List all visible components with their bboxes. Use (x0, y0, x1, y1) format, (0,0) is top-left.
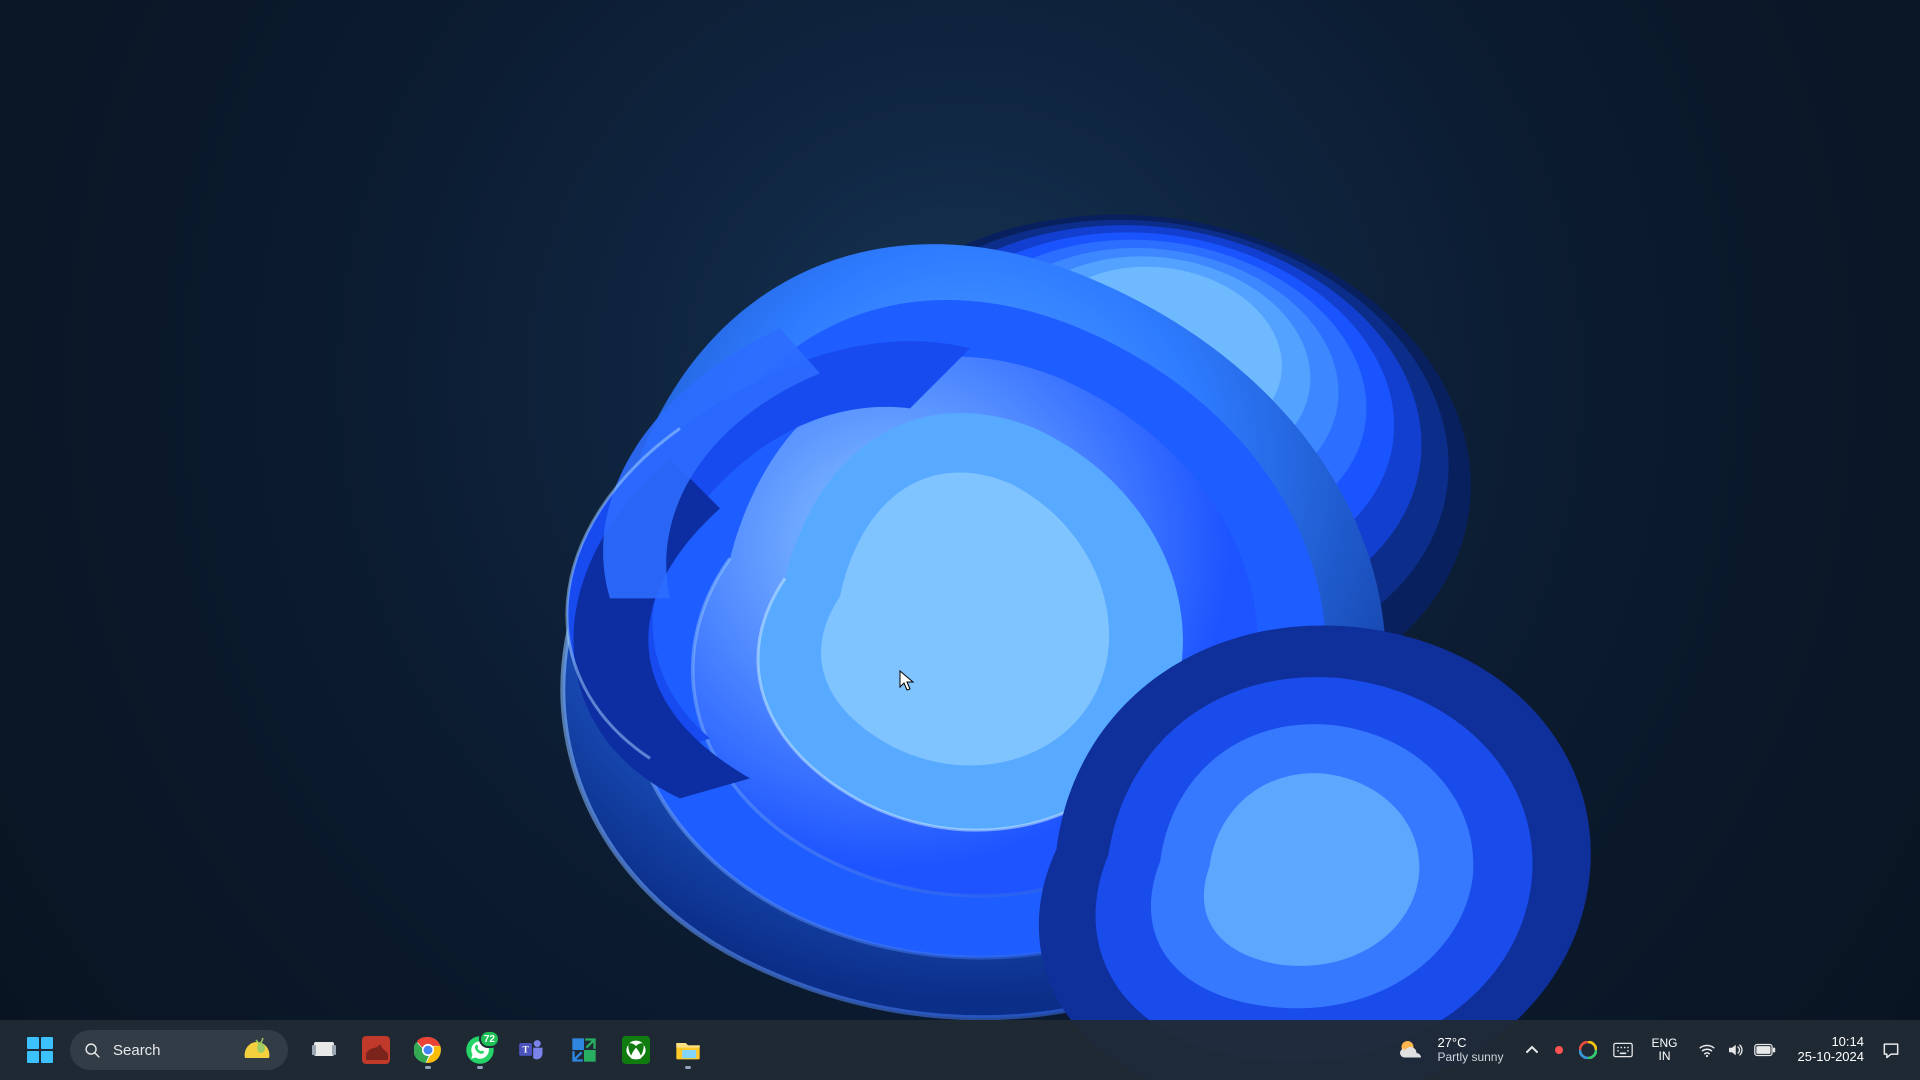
quick-settings-button[interactable] (1688, 1028, 1786, 1072)
chrome-icon (414, 1036, 442, 1064)
windows-logo-icon (27, 1037, 53, 1063)
wifi-icon (1698, 1041, 1716, 1059)
search-label: Search (113, 1042, 161, 1059)
running-indicator (685, 1066, 691, 1069)
taskbar-app-teams[interactable]: T (506, 1028, 558, 1072)
clock-date: 25-10-2024 (1798, 1050, 1865, 1065)
taskbar-app-share[interactable] (558, 1028, 610, 1072)
task-view-icon (311, 1037, 337, 1063)
battery-icon (1754, 1043, 1776, 1057)
svg-text:T: T (522, 1045, 529, 1055)
notification-badge: 72 (479, 1030, 500, 1048)
system-tray: 27°C Partly sunny ENG IN 10:14 25-1 (1383, 1026, 1910, 1074)
running-indicator (425, 1066, 431, 1069)
weather-temperature: 27°C (1437, 1036, 1503, 1051)
chevron-up-icon (1525, 1043, 1539, 1057)
tray-input-indicator[interactable] (1605, 1028, 1641, 1072)
clock-time: 10:14 (1831, 1035, 1864, 1050)
weather-icon (1397, 1036, 1427, 1064)
mouse-cursor (899, 670, 915, 692)
volume-icon (1726, 1041, 1744, 1059)
weather-condition: Partly sunny (1437, 1051, 1503, 1065)
taskbar-app-file-explorer[interactable] (662, 1028, 714, 1072)
taskbar-search[interactable]: Search (70, 1030, 288, 1070)
tray-app-icon[interactable] (1571, 1028, 1605, 1072)
xbox-icon (622, 1036, 650, 1064)
tray-overflow-button[interactable] (1517, 1028, 1547, 1072)
notification-center-button[interactable] (1872, 1028, 1910, 1072)
task-view-button[interactable] (298, 1028, 350, 1072)
language-region: IN (1658, 1050, 1670, 1063)
notification-icon (1881, 1040, 1901, 1060)
keyboard-icon (1613, 1042, 1633, 1058)
start-button[interactable] (14, 1028, 66, 1072)
red-app-icon (362, 1036, 390, 1064)
taskbar-pinned-apps: 72 T (298, 1028, 714, 1072)
tray-recording-indicator[interactable] (1547, 1028, 1571, 1072)
taskbar: Search 72 T (0, 1020, 1920, 1080)
taskbar-app-chrome[interactable] (402, 1028, 454, 1072)
taskbar-app-xbox[interactable] (610, 1028, 662, 1072)
share-app-icon (570, 1036, 598, 1064)
desktop-wallpaper (350, 98, 1570, 1058)
search-highlight-icon[interactable] (240, 1036, 274, 1064)
colorful-circle-icon (1579, 1041, 1597, 1059)
search-icon (84, 1042, 101, 1059)
taskbar-app-red[interactable] (350, 1028, 402, 1072)
taskbar-app-whatsapp[interactable]: 72 (454, 1028, 506, 1072)
weather-widget[interactable]: 27°C Partly sunny (1383, 1026, 1517, 1074)
running-indicator (477, 1066, 483, 1069)
language-indicator[interactable]: ENG IN (1641, 1028, 1687, 1072)
record-dot-icon (1555, 1046, 1563, 1054)
clock-button[interactable]: 10:14 25-10-2024 (1786, 1028, 1873, 1072)
file-explorer-icon (674, 1036, 702, 1064)
teams-icon: T (518, 1036, 546, 1064)
